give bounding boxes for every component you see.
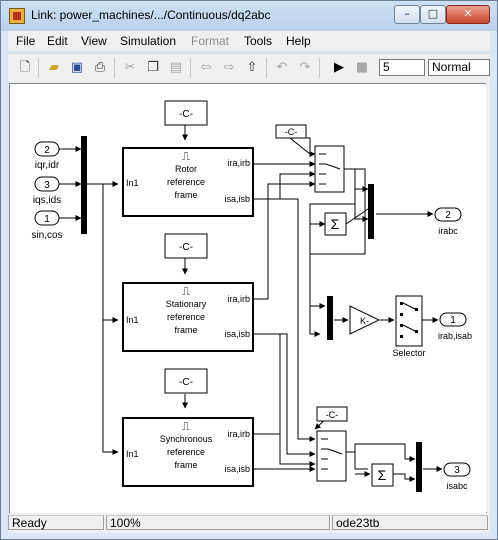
minimize-button[interactable]: – xyxy=(394,5,420,24)
menu-tools[interactable]: Tools xyxy=(244,34,272,48)
signal-line[interactable] xyxy=(289,137,311,155)
outport-number: 2 xyxy=(445,210,451,221)
outport-label: isabc xyxy=(446,481,468,491)
outport-label: irabc xyxy=(438,226,458,236)
toolbar-separator xyxy=(319,58,320,78)
status-bar: Ready 100% ode23tb xyxy=(8,513,490,533)
up-icon[interactable]: ⇧ xyxy=(243,59,261,77)
signal-line[interactable] xyxy=(253,171,316,200)
maximize-button[interactable]: □ xyxy=(420,5,446,24)
out-port-label: ira,irb xyxy=(227,429,250,439)
menu-file[interactable]: File xyxy=(16,34,35,48)
save-icon[interactable]: ▣ xyxy=(68,59,86,77)
menu-bar: File Edit View Simulation Format Tools H… xyxy=(8,31,490,51)
step-icon: ⎍ xyxy=(182,151,190,163)
out-port-label: ira,irb xyxy=(227,294,250,304)
signal-line[interactable] xyxy=(253,198,316,442)
constant-label: -C- xyxy=(179,242,193,253)
simulink-app-icon xyxy=(9,8,25,24)
back-icon[interactable]: ⇦ xyxy=(197,59,215,77)
status-zoom: 100% xyxy=(106,515,330,530)
toolbar-separator xyxy=(38,58,39,78)
constant-label: -C- xyxy=(179,109,193,120)
model-canvas[interactable]: 2 iqr,idr 3 iqs,ids 1 sin,cos -C- -C- -C… xyxy=(9,83,487,514)
window-title: Link: power_machines/.../Continuous/dq2a… xyxy=(31,8,271,22)
canvas-edge xyxy=(486,83,490,512)
sum-icon: Σ xyxy=(331,216,340,232)
status-solver: ode23tb xyxy=(332,515,488,530)
mux-block[interactable] xyxy=(327,296,333,340)
undo-icon[interactable]: ↶ xyxy=(273,59,291,77)
constant-label: -C- xyxy=(179,377,193,388)
inport-label: iqs,ids xyxy=(33,195,61,206)
menu-format[interactable]: Format xyxy=(191,34,229,48)
inport-number: 1 xyxy=(44,214,50,225)
status-state: Ready xyxy=(8,515,104,530)
signal-line[interactable] xyxy=(393,473,416,482)
signal-line[interactable] xyxy=(253,333,316,457)
print-icon[interactable]: ⎙ xyxy=(91,59,109,77)
inport-label: iqr,idr xyxy=(35,160,60,171)
step-icon: ⎍ xyxy=(182,286,190,298)
copy-icon[interactable]: ❐ xyxy=(144,59,162,77)
in-port-label: In1 xyxy=(126,315,139,325)
in-port-label: In1 xyxy=(126,449,139,459)
inport-number: 2 xyxy=(44,145,50,156)
signal-line[interactable] xyxy=(344,168,369,192)
menu-view[interactable]: View xyxy=(81,34,107,48)
paste-icon[interactable]: ▤ xyxy=(167,59,185,77)
simulation-mode-select[interactable]: Normal xyxy=(428,59,490,76)
stop-time-input[interactable]: 5 xyxy=(379,59,425,76)
close-button[interactable]: ✕ xyxy=(446,5,490,24)
play-icon[interactable]: ▶ xyxy=(330,59,348,77)
signal-line[interactable] xyxy=(253,181,316,300)
mux-block[interactable] xyxy=(416,442,422,492)
signal-line xyxy=(253,333,281,434)
out-port-label: isa,isb xyxy=(224,194,250,204)
toolbar-separator xyxy=(190,58,191,78)
step-icon: ⎍ xyxy=(182,421,190,433)
new-icon[interactable]: 🗋 xyxy=(16,59,34,77)
selector-label: Selector xyxy=(392,348,425,358)
outport-label: irab,isab xyxy=(438,331,472,341)
toolbar-separator xyxy=(266,58,267,78)
selector-block[interactable] xyxy=(395,295,423,347)
constant-label: -C- xyxy=(326,410,339,420)
block-diagram: 2 iqr,idr 3 iqs,ids 1 sin,cos -C- -C- -C… xyxy=(31,100,472,492)
signal-line[interactable] xyxy=(354,443,416,462)
cut-icon[interactable]: ✂ xyxy=(121,59,139,77)
outport-number: 1 xyxy=(450,315,456,326)
inport-number: 3 xyxy=(44,180,50,191)
title-bar[interactable]: Link: power_machines/.../Continuous/dq2a… xyxy=(1,1,497,31)
stop-icon[interactable]: ■ xyxy=(353,59,371,77)
mux-block[interactable] xyxy=(368,184,374,239)
toolbar-separator xyxy=(114,58,115,78)
toolbar: 🗋 ▰ ▣ ⎙ ✂ ❐ ▤ ⇦ ⇨ ⇧ ↶ ↷ ▶ ■ 5 Normal xyxy=(8,53,490,82)
signal-line[interactable] xyxy=(87,183,119,455)
inport-label: sin,cos xyxy=(31,230,62,241)
redo-icon[interactable]: ↷ xyxy=(296,59,314,77)
menu-help[interactable]: Help xyxy=(286,34,311,48)
simulink-window: Link: power_machines/.../Continuous/dq2a… xyxy=(0,0,498,540)
gain-label: K- xyxy=(360,316,369,326)
constant-label: -C- xyxy=(285,127,298,137)
out-port-label: ira,irb xyxy=(227,158,250,168)
mux-block[interactable] xyxy=(81,136,87,234)
menu-edit[interactable]: Edit xyxy=(47,34,68,48)
open-icon[interactable]: ▰ xyxy=(45,59,63,77)
sum-icon: Σ xyxy=(378,467,387,483)
out-port-label: isa,isb xyxy=(224,464,250,474)
in-port-label: In1 xyxy=(126,178,139,188)
forward-icon[interactable]: ⇨ xyxy=(220,59,238,77)
signal-line[interactable] xyxy=(346,451,368,470)
menu-simulation[interactable]: Simulation xyxy=(120,34,176,48)
outport-number: 3 xyxy=(454,465,460,476)
out-port-label: isa,isb xyxy=(224,329,250,339)
